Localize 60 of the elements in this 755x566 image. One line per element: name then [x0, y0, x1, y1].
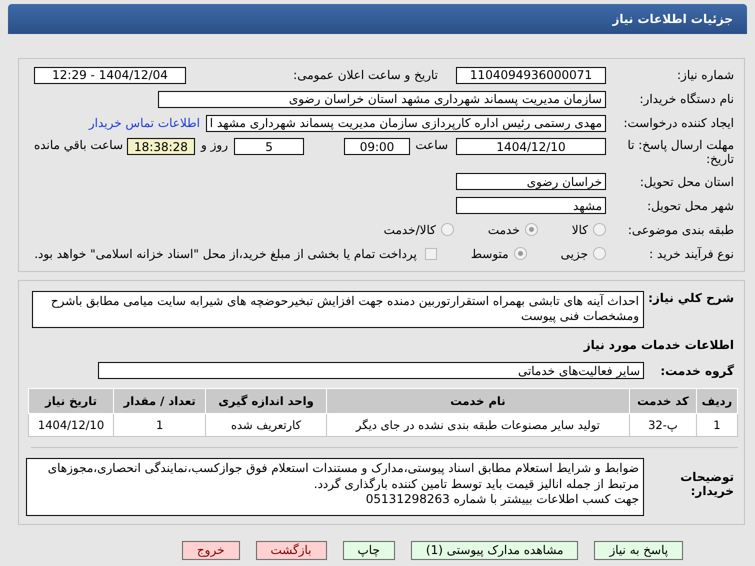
payment-text: پرداخت تمام يا بخشی از مبلغ خرید،از محل "اسناد خزانه اسلامی" خواهد بود.	[34, 246, 417, 261]
buyer-contact-link[interactable]: اطلاعات تماس خریدار	[88, 116, 200, 130]
city-field: مشهد	[456, 197, 606, 214]
buyer-notes-field: ضوابط و شرایط استعلام مطابق اسناد پیوستی،مدارک و مستندات استعلام فوق جوازکسب،نمایندگی انحصاری،مجوزهای مرتبط از جمله انالیز قیمت باید توسط تامین کننده بارگذاری گردد. جهت کسب اطلاعات بییشتر با شماره 05131298263	[26, 458, 644, 516]
page-title: جزئیات اطلاعات نیاز	[612, 12, 733, 26]
deadline-time-field: 09:00	[344, 138, 410, 155]
radio-button[interactable]	[440, 223, 454, 236]
column-header: کد خدمت	[629, 388, 696, 414]
days-field: 5	[234, 138, 304, 155]
service-group-field: سایر فعالیت‌های خدماتی	[98, 362, 644, 380]
radio-button[interactable]	[593, 223, 606, 236]
column-header: تاریخ نیاز	[28, 388, 114, 414]
column-header: نام خدمت	[326, 388, 630, 414]
section-title: اطلاعات خدمات مورد نیاز	[582, 338, 735, 352]
radio-button[interactable]	[524, 223, 538, 236]
column-header: واحد اندازه گیری	[206, 388, 326, 414]
time-label: ساعت	[418, 138, 448, 152]
table-cell: 1404/12/10	[28, 413, 114, 436]
field-label: طبقه بندی موضوعی:	[626, 222, 735, 237]
radio-label: کالا	[572, 222, 588, 237]
table-cell: 1	[696, 413, 738, 436]
action-button[interactable]: مشاهده مدارک پیوستی (1)	[410, 540, 578, 560]
payment-checkbox[interactable]	[424, 248, 437, 260]
field-label: شرح کلي نياز:	[647, 290, 735, 306]
field-label: مهلت ارسال پاسخ: تا تاریخ:	[626, 138, 735, 167]
radio-label: خدمت	[488, 222, 520, 237]
announce-date-field: 1404/12/04 - 12:29	[34, 66, 186, 84]
need-number-field: 1104094936000071	[456, 66, 606, 84]
deadline-date-field: 1404/12/10	[456, 138, 606, 155]
requester-field: مهدی رستمی رئیس اداره کارپردازی سازمان مدیریت پسماند شهرداری مشهد ا	[206, 114, 606, 132]
remaining-time-field: 18:38:28	[127, 138, 195, 155]
field-label: استان محل تحویل:	[638, 174, 735, 189]
radio-label: متوسط	[470, 246, 509, 261]
action-button[interactable]: بازگشت	[256, 540, 326, 560]
days-label: روز و	[201, 138, 228, 152]
field-label: تاریخ و ساعت اعلان عمومی:	[292, 68, 439, 82]
table-cell: کارتعریف شده	[206, 413, 326, 436]
radio-label: کالا/خدمت	[384, 222, 436, 237]
radio-button[interactable]	[514, 247, 527, 260]
table-cell: پ-32	[629, 413, 696, 436]
action-button[interactable]: چاپ	[342, 540, 395, 560]
action-button[interactable]: خروج	[182, 540, 240, 560]
column-header: تعداد / مقدار	[114, 388, 206, 414]
field-label: گروه خدمت:	[659, 364, 735, 378]
column-header: ردیف	[696, 388, 738, 414]
table-cell: 1	[114, 413, 206, 436]
description-field: احداث آینه های تابشی بهمراه استقرارتوربین دمنده جهت افزایش تبخیرحوضچه های شیرابه سایت میامی مطابق باشرح ومشخصات فنی پیوست	[32, 290, 644, 328]
radio-button[interactable]	[593, 247, 606, 260]
field-label: ایجاد کننده درخواست:	[622, 116, 735, 130]
province-field: خراسان رضوی	[456, 173, 606, 190]
action-button[interactable]: پاسخ به نیاز	[594, 540, 684, 560]
radio-label: جزیی	[560, 246, 588, 261]
table-cell: تولید سایر مصنوعات طبقه بندی نشده در جای دیگر	[326, 413, 630, 436]
remaining-label: ساعت باقي مانده	[34, 138, 123, 152]
field-label: توضیحات خریدار:	[679, 468, 735, 499]
field-label: شهر محل تحویل:	[646, 198, 735, 213]
buyer-name-field: سازمان مدیریت پسماند شهرداری مشهد استان خراسان رضوی	[158, 90, 606, 108]
field-label: شماره نیاز:	[676, 68, 735, 82]
field-label: نوع فرآیند خرید :	[648, 246, 735, 261]
field-label: نام دستگاه خریدار:	[638, 92, 735, 106]
